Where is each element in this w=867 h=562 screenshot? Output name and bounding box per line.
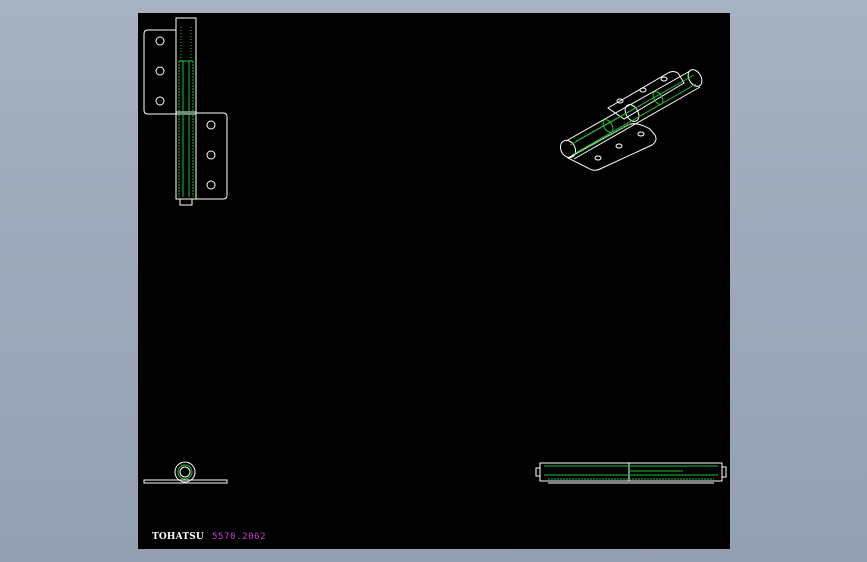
hole xyxy=(155,66,165,76)
hole xyxy=(594,155,602,161)
hole xyxy=(155,36,165,46)
isometric-view-hinge xyxy=(559,69,703,171)
brand-label: TOHATSU xyxy=(152,532,204,542)
top-view-hinge xyxy=(143,461,228,484)
upper-leaf xyxy=(143,29,176,115)
cad-viewport[interactable]: TOHATSU 5570.2062 xyxy=(138,13,730,549)
hole xyxy=(615,143,623,149)
knuckle-barrel xyxy=(175,17,197,200)
front-view-hinge xyxy=(143,17,228,206)
part-number: 5570.2062 xyxy=(212,532,267,542)
pin-stub xyxy=(179,198,193,206)
iso-barrel-end xyxy=(559,139,577,159)
iso-lower-leaf xyxy=(566,123,657,171)
cad-drawing xyxy=(143,17,727,484)
hole xyxy=(206,180,216,190)
iso-upper-leaf xyxy=(607,71,685,120)
hole xyxy=(660,76,668,82)
hole xyxy=(637,131,645,137)
hole xyxy=(639,87,647,93)
side-view-hidden-lines xyxy=(544,465,718,480)
hole xyxy=(206,150,216,160)
lower-leaf xyxy=(196,112,228,200)
hole xyxy=(155,96,165,106)
iso-barrel xyxy=(565,70,701,160)
hole xyxy=(206,120,216,130)
